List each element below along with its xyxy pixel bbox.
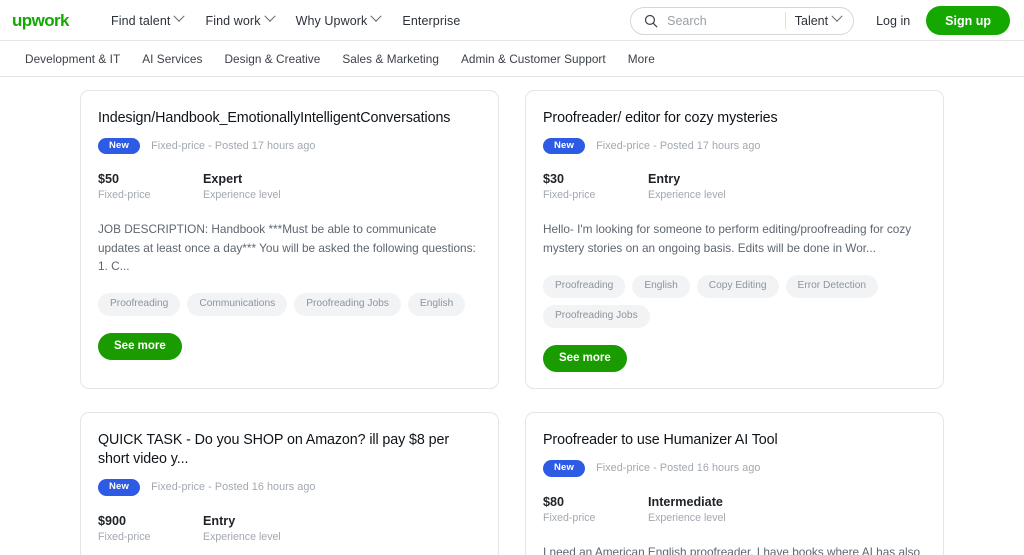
- subnav-item-design-creative[interactable]: Design & Creative: [213, 48, 331, 70]
- nav-item-enterprise[interactable]: Enterprise: [391, 10, 471, 32]
- job-experience: Entry Experience level: [648, 172, 753, 201]
- search-icon: [644, 14, 658, 28]
- job-tag-list: Proofreading Communications Proofreading J…: [98, 293, 481, 317]
- job-title[interactable]: QUICK TASK - Do you SHOP on Amazon? ill …: [98, 431, 481, 469]
- upwork-logo-icon: upwork: [12, 11, 71, 30]
- subnav-item-ai-services[interactable]: AI Services: [131, 48, 213, 70]
- job-card-grid: Indesign/Handbook_EmotionallyIntelligent…: [80, 90, 944, 555]
- job-stats-row: $30 Fixed-price Entry Experience level: [543, 172, 926, 201]
- login-link[interactable]: Log in: [876, 14, 910, 28]
- job-experience-value: Entry: [648, 172, 681, 187]
- job-description: Hello- I'm looking for someone to perfor…: [543, 222, 912, 255]
- job-meta-row: New Fixed-price - Posted 16 hours ago: [543, 460, 926, 477]
- job-budget-label: Fixed-price: [543, 511, 596, 524]
- status-badge: New: [98, 479, 141, 496]
- job-tag[interactable]: English: [632, 274, 690, 299]
- job-budget-label: Fixed-price: [98, 189, 151, 202]
- chevron-down-icon: [173, 10, 186, 22]
- category-nav: Development & IT AI Services Design & Cr…: [0, 41, 1024, 77]
- search-scope-label: Talent: [794, 13, 829, 28]
- job-experience: Intermediate Experience level: [648, 495, 753, 524]
- job-meta-row: New Fixed-price - Posted 17 hours ago: [543, 137, 926, 155]
- job-stats-row: $80 Fixed-price Intermediate Experience …: [543, 495, 926, 524]
- job-feed: Indesign/Handbook_EmotionallyIntelligent…: [0, 77, 1024, 555]
- job-budget-value: $80: [543, 494, 565, 509]
- job-meta-row: New Fixed-price - Posted 16 hours ago: [98, 479, 481, 496]
- job-experience-label: Experience level: [203, 189, 281, 202]
- job-posted-meta: Fixed-price - Posted 17 hours ago: [596, 140, 761, 153]
- job-budget-label: Fixed-price: [98, 530, 151, 543]
- subnav-item-sales-marketing[interactable]: Sales & Marketing: [331, 48, 450, 70]
- status-badge: New: [543, 460, 586, 477]
- job-experience: Entry Experience level: [203, 514, 308, 543]
- job-posted-meta: Fixed-price - Posted 16 hours ago: [151, 481, 316, 494]
- status-badge: New: [543, 137, 586, 155]
- top-header: upwork Find talent Find work Why Upwork …: [0, 0, 1024, 41]
- job-experience-value: Intermediate: [648, 494, 723, 509]
- job-card[interactable]: Proofreader/ editor for cozy mysteries N…: [525, 90, 944, 390]
- job-experience-value: Expert: [203, 172, 243, 187]
- search-divider: [784, 12, 786, 29]
- job-tag[interactable]: Proofreading Jobs: [543, 305, 650, 329]
- chevron-down-icon: [370, 10, 383, 22]
- nav-item-label: Why Upwork: [295, 13, 368, 28]
- job-budget: $30 Fixed-price: [543, 172, 648, 201]
- job-experience-label: Experience level: [648, 511, 726, 524]
- subnav-item-admin-support[interactable]: Admin & Customer Support: [450, 48, 617, 70]
- nav-item-find-work[interactable]: Find work: [194, 10, 284, 32]
- see-more-button[interactable]: See more: [98, 333, 182, 361]
- job-budget-value: $900: [98, 513, 127, 528]
- job-tag-list: Proofreading English Copy Editing Error Det…: [543, 274, 926, 329]
- job-tag[interactable]: English: [407, 293, 466, 317]
- nav-item-find-talent[interactable]: Find talent: [100, 10, 194, 32]
- search-bar[interactable]: Talent: [630, 6, 855, 35]
- job-posted-meta: Fixed-price - Posted 16 hours ago: [596, 462, 761, 475]
- job-description: JOB DESCRIPTION: Handbook ***Must be abl…: [98, 222, 476, 273]
- job-title[interactable]: Proofreader to use Humanizer AI Tool: [543, 431, 926, 450]
- job-budget-value: $50: [98, 172, 120, 187]
- job-stats-row: $900 Fixed-price Entry Experience level: [98, 514, 481, 543]
- job-posted-meta: Fixed-price - Posted 17 hours ago: [151, 140, 316, 153]
- search-scope-selector[interactable]: Talent: [794, 10, 847, 28]
- nav-item-label: Find talent: [111, 13, 171, 28]
- job-title[interactable]: Proofreader/ editor for cozy mysteries: [543, 109, 926, 128]
- nav-item-why-upwork[interactable]: Why Upwork: [285, 10, 392, 32]
- job-budget-label: Fixed-price: [543, 189, 596, 202]
- job-budget: $80 Fixed-price: [543, 495, 648, 524]
- job-stats-row: $50 Fixed-price Expert Experience level: [98, 172, 481, 201]
- job-title[interactable]: Indesign/Handbook_EmotionallyIntelligent…: [98, 109, 481, 128]
- job-experience-label: Experience level: [203, 530, 281, 543]
- primary-nav: Find talent Find work Why Upwork Enterpr…: [100, 10, 471, 32]
- job-experience-label: Experience level: [648, 189, 726, 202]
- job-budget-value: $30: [543, 172, 565, 187]
- svg-text:upwork: upwork: [12, 11, 70, 30]
- search-input[interactable]: [667, 13, 781, 28]
- job-tag[interactable]: Copy Editing: [696, 274, 779, 299]
- job-budget: $50 Fixed-price: [98, 172, 203, 201]
- job-tag[interactable]: Communications: [187, 293, 288, 317]
- job-card[interactable]: QUICK TASK - Do you SHOP on Amazon? ill …: [80, 412, 499, 555]
- job-experience-value: Entry: [203, 513, 236, 528]
- see-more-button[interactable]: See more: [543, 345, 627, 373]
- chevron-down-icon: [263, 10, 276, 22]
- job-experience: Expert Experience level: [203, 172, 308, 201]
- nav-item-label: Enterprise: [402, 13, 461, 28]
- upwork-logo[interactable]: upwork: [12, 11, 78, 30]
- job-tag[interactable]: Proofreading Jobs: [294, 293, 401, 317]
- job-tag[interactable]: Proofreading: [543, 274, 626, 299]
- nav-item-label: Find work: [205, 13, 261, 28]
- status-badge: New: [98, 137, 141, 155]
- job-tag[interactable]: Error Detection: [785, 274, 879, 299]
- subnav-item-more[interactable]: More: [617, 48, 666, 70]
- job-tag[interactable]: Proofreading: [98, 293, 181, 317]
- job-card[interactable]: Indesign/Handbook_EmotionallyIntelligent…: [80, 90, 499, 390]
- signup-button[interactable]: Sign up: [926, 6, 1010, 35]
- job-description: I need an American English proofreader. …: [543, 544, 921, 555]
- chevron-down-icon: [831, 10, 843, 22]
- subnav-item-development-it[interactable]: Development & IT: [14, 48, 131, 70]
- job-budget: $900 Fixed-price: [98, 514, 203, 543]
- job-card[interactable]: Proofreader to use Humanizer AI Tool New…: [525, 412, 944, 555]
- job-meta-row: New Fixed-price - Posted 17 hours ago: [98, 137, 481, 155]
